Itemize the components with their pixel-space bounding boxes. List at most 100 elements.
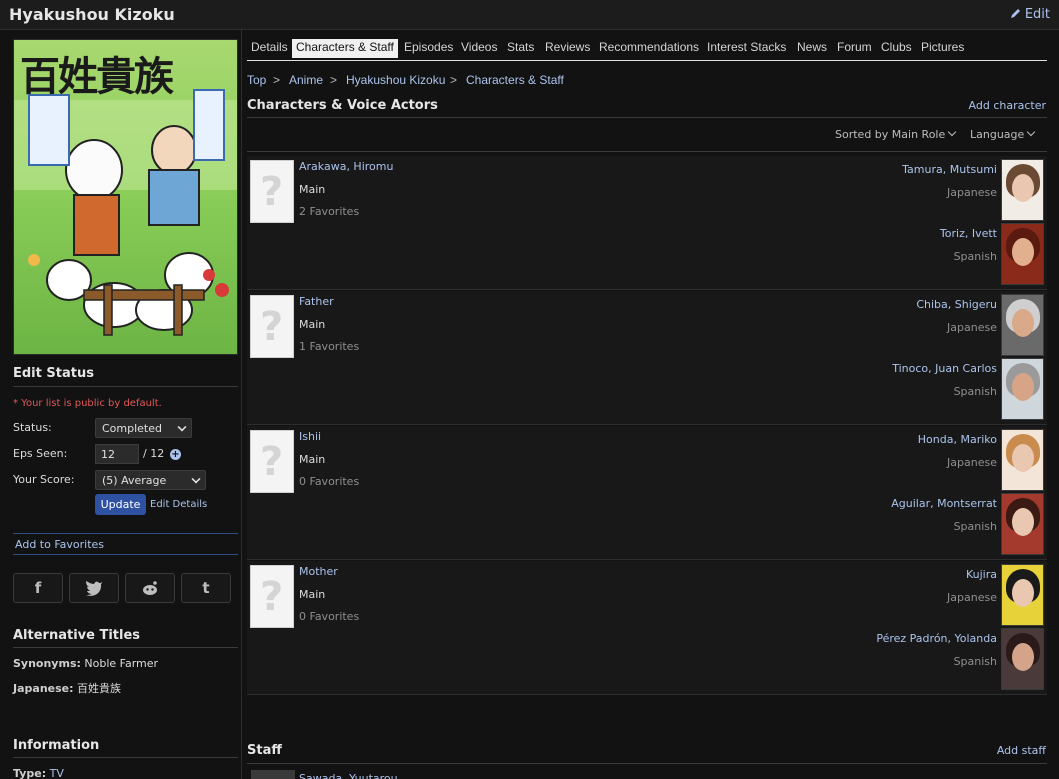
score-select[interactable]: (5) Average [95,470,206,490]
status-label: Status: [13,421,52,434]
tab-clubs[interactable]: Clubs [877,39,916,58]
voice-actor-name-link[interactable]: Tamura, Mutsumi [902,163,997,176]
character-row: ? Mother Main 0 Favorites Kujira Japanes… [247,561,1047,695]
tumblr-share-button[interactable]: t [181,573,231,603]
tab-details[interactable]: Details [247,39,292,58]
character-name-link[interactable]: Arakawa, Hiromu [299,160,393,173]
voice-actor-name-link[interactable]: Aguilar, Montserrat [891,497,997,510]
alternative-titles-heading: Alternative Titles [13,628,141,643]
staff-photo[interactable] [251,770,295,779]
character-placeholder-image[interactable]: ? [250,430,294,493]
add-to-favorites-label: Add to Favorites [15,538,105,551]
voice-actor-photo[interactable] [1001,628,1044,690]
breadcrumb-anime[interactable]: Anime [289,73,323,87]
title-bar: Hyakushou Kizoku Edit [0,0,1059,30]
voice-actor-photo[interactable] [1001,564,1044,626]
add-to-favorites[interactable]: Add to Favorites [13,533,238,555]
language-dropdown[interactable]: Language [970,127,1036,141]
voice-actor-language: Japanese [947,321,997,334]
eps-seen-input[interactable]: 12 [95,444,139,464]
edit-status-heading: Edit Status [13,366,94,381]
status-select[interactable]: Completed [95,418,192,438]
voice-actor-name-link[interactable]: Pérez Padrón, Yolanda [876,632,997,645]
japanese-title-row: Japanese: 百姓貴族 [13,680,121,696]
tab-videos[interactable]: Videos [457,39,501,58]
chevron-down-icon [948,127,957,137]
voice-actor-name-link[interactable]: Kujira [966,568,997,581]
tab-pictures[interactable]: Pictures [917,39,968,58]
chevron-down-icon [191,474,201,484]
facebook-share-button[interactable]: f [13,573,63,603]
tab-recommendations[interactable]: Recommendations [595,39,703,58]
chevron-down-icon [1027,127,1036,137]
add-character-link[interactable]: Add character [969,99,1046,112]
tab-news[interactable]: News [793,39,831,58]
update-button[interactable]: Update [95,494,146,515]
voice-actor-name-link[interactable]: Tinoco, Juan Carlos [892,362,997,375]
information-heading: Information [13,738,100,753]
type-value-link[interactable]: TV [50,767,64,779]
twitter-share-button[interactable] [69,573,119,603]
divider [13,757,238,758]
score-label: Your Score: [13,473,75,486]
divider [13,386,238,387]
edit-details-link[interactable]: Edit Details [150,499,207,510]
add-staff-link[interactable]: Add staff [997,744,1046,757]
tab-episodes[interactable]: Episodes [400,39,457,58]
cover-image[interactable]: 百姓貴族 [13,39,238,355]
chevron-down-icon [177,422,187,432]
divider [247,151,1047,152]
tab-characters-staff[interactable]: Characters & Staff [292,39,398,58]
voice-actor-photo[interactable] [1001,159,1044,221]
breadcrumb-separator: > [330,73,338,87]
tab-interest-stacks[interactable]: Interest Stacks [703,39,790,58]
character-favorites: 0 Favorites [299,475,360,488]
japanese-value: 百姓貴族 [77,682,122,695]
language-label: Language [970,128,1025,141]
synonyms-label: Synonyms: [13,657,81,670]
voice-actor-photo[interactable] [1001,358,1044,420]
character-favorites: 2 Favorites [299,205,360,218]
tab-forum[interactable]: Forum [833,39,876,58]
voice-actor-photo[interactable] [1001,294,1044,356]
character-placeholder-image[interactable]: ? [250,565,294,628]
sort-dropdown[interactable]: Sorted by Main Role [835,127,957,141]
twitter-icon [86,581,102,596]
voice-actor-language: Spanish [953,520,997,533]
voice-actor-name-link[interactable]: Toriz, Ivett [940,227,997,240]
character-placeholder-image[interactable]: ? [250,160,294,223]
staff-name-link[interactable]: Sawada, Yuutarou [299,772,398,779]
tab-stats[interactable]: Stats [503,39,538,58]
breadcrumb-separator: > [273,73,281,87]
character-placeholder-image[interactable]: ? [250,295,294,358]
character-name-link[interactable]: Mother [299,565,338,578]
left-sidebar: 百姓貴族 Edit Status * Your list is public b… [0,30,242,779]
type-label: Type: [13,767,47,779]
page-title: Hyakushou Kizoku [9,5,175,24]
question-mark-icon: ? [260,574,284,620]
character-name-link[interactable]: Ishii [299,430,321,443]
status-value: Completed [102,422,162,435]
breadcrumb-title[interactable]: Hyakushou Kizoku [346,73,445,87]
voice-actor-photo[interactable] [1001,223,1044,285]
voice-actor-photo[interactable] [1001,493,1044,555]
divider [247,117,1047,118]
breadcrumb-separator: > [450,73,458,87]
score-value: (5) Average [102,474,167,487]
reddit-share-button[interactable] [125,573,175,603]
character-row: ? Father Main 1 Favorites Chiba, Shigeru… [247,291,1047,425]
voice-actor-name-link[interactable]: Chiba, Shigeru [916,298,997,311]
breadcrumb-top[interactable]: Top [247,73,266,87]
voice-actor-photo[interactable] [1001,429,1044,491]
pencil-icon [1010,9,1020,18]
edit-link[interactable]: Edit [1010,7,1050,22]
voice-actor-name-link[interactable]: Honda, Mariko [918,433,997,446]
tab-reviews[interactable]: Reviews [541,39,594,58]
japanese-label: Japanese: [13,682,74,695]
voice-actor-language: Japanese [947,591,997,604]
public-note: * Your list is public by default. [13,398,162,409]
breadcrumb-current[interactable]: Characters & Staff [466,73,564,87]
tab-bar: Details Characters & Staff Episodes Vide… [247,38,1047,61]
character-name-link[interactable]: Father [299,295,334,308]
increment-episode-icon[interactable]: + [170,449,181,460]
